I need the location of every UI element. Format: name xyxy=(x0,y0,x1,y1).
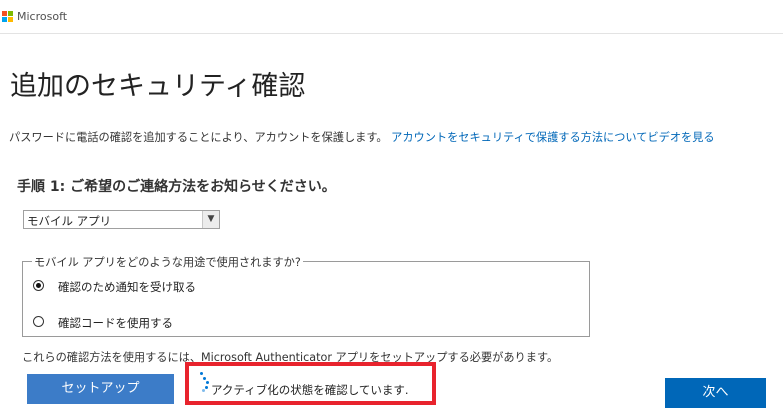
video-link[interactable]: アカウントをセキュリティで保護する方法についてビデオを見る xyxy=(391,131,714,144)
radio-code-label[interactable]: 確認コードを使用する xyxy=(58,315,173,331)
description: パスワードに電話の確認を追加することにより、アカウントを保護します。 アカウント… xyxy=(9,129,715,145)
activation-status-text: アクティブ化の状態を確認しています. xyxy=(211,383,409,397)
description-text: パスワードに電話の確認を追加することにより、アカウントを保護します。 xyxy=(9,131,388,144)
next-button[interactable]: 次へ xyxy=(665,378,766,408)
brand-name: Microsoft xyxy=(17,10,68,23)
setup-button[interactable]: セットアップ xyxy=(27,374,174,404)
page-title: 追加のセキュリティ確認 xyxy=(10,71,306,102)
radio-code[interactable] xyxy=(33,316,44,327)
contact-method-select[interactable]: モバイル アプリ ▼ xyxy=(23,210,220,229)
microsoft-logo-icon xyxy=(2,11,14,23)
chevron-down-icon[interactable]: ▼ xyxy=(202,211,219,228)
usage-legend: モバイル アプリをどのような用途で使用されますか? xyxy=(32,254,303,270)
header-bar: Microsoft xyxy=(0,0,783,34)
radio-notification[interactable] xyxy=(33,280,44,291)
step-heading: 手順 1: ご希望のご連絡方法をお知らせください。 xyxy=(17,179,336,195)
contact-method-value: モバイル アプリ xyxy=(27,214,112,228)
loading-spinner-icon xyxy=(199,372,211,392)
radio-notification-label[interactable]: 確認のため通知を受け取る xyxy=(58,279,196,295)
